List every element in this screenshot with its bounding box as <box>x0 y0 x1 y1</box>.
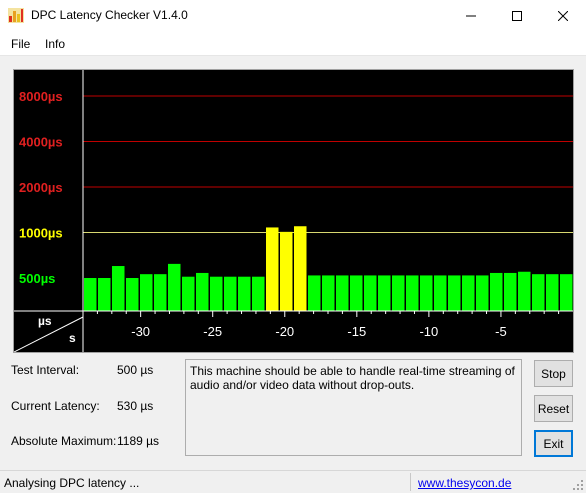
current-latency-label: Current Latency: <box>11 399 100 413</box>
y-tick-label: 500µs <box>19 271 55 286</box>
latency-bar <box>224 276 237 311</box>
maximize-button[interactable] <box>494 0 540 31</box>
x-tick-label: -20 <box>275 324 294 339</box>
client-area: 16000µs8000µs4000µs2000µs1000µs500µsµss-… <box>0 56 586 470</box>
latency-chart-svg: 16000µs8000µs4000µs2000µs1000µs500µsµss-… <box>14 70 573 352</box>
x-tick-label: -15 <box>347 324 366 339</box>
latency-bar <box>308 275 321 311</box>
latency-bar <box>182 276 195 311</box>
exit-button[interactable]: Exit <box>534 430 573 457</box>
x-tick-label: -5 <box>495 324 507 339</box>
y-tick-label: 8000µs <box>19 89 63 104</box>
latency-bar <box>112 266 125 311</box>
latency-bar <box>336 275 349 311</box>
close-icon <box>558 10 568 21</box>
window-title: DPC Latency Checker V1.4.0 <box>31 8 188 22</box>
latency-bar <box>154 274 167 311</box>
latency-bar <box>322 275 335 311</box>
latency-bar <box>518 271 531 311</box>
latency-bar <box>126 278 139 311</box>
x-unit-label: s <box>69 331 76 345</box>
menu-file[interactable]: File <box>11 37 30 51</box>
reset-button[interactable]: Reset <box>534 395 573 422</box>
latency-bar <box>448 275 461 311</box>
latency-bar <box>280 231 293 311</box>
minimize-button[interactable] <box>448 0 494 31</box>
status-message: This machine should be able to handle re… <box>185 359 522 456</box>
latency-bar <box>140 274 153 311</box>
latency-bar <box>266 227 279 311</box>
latency-bar <box>168 263 181 311</box>
latency-bar <box>294 226 307 311</box>
x-tick-label: -30 <box>131 324 150 339</box>
latency-bar <box>532 274 545 311</box>
latency-bar <box>462 275 475 311</box>
latency-bar <box>378 275 391 311</box>
latency-bar <box>504 272 517 311</box>
test-interval-label: Test Interval: <box>11 363 80 377</box>
latency-chart: 16000µs8000µs4000µs2000µs1000µs500µsµss-… <box>13 69 574 353</box>
stop-button[interactable]: Stop <box>534 360 573 387</box>
y-unit-label: µs <box>38 314 52 328</box>
latency-bar <box>490 272 503 311</box>
latency-bar <box>546 274 559 311</box>
title-bar: DPC Latency Checker V1.4.0 <box>0 0 586 31</box>
status-text: Analysing DPC latency ... <box>4 476 140 490</box>
menu-bar: File Info <box>0 31 586 56</box>
latency-bar <box>238 276 251 311</box>
latency-bar <box>476 275 489 311</box>
latency-bar <box>98 278 111 311</box>
x-tick-label: -25 <box>203 324 222 339</box>
close-button[interactable] <box>540 0 586 31</box>
latency-bar <box>364 275 377 311</box>
status-bar: Analysing DPC latency ... www.thesycon.d… <box>0 470 586 493</box>
latency-bar <box>420 275 433 311</box>
absolute-max-label: Absolute Maximum: <box>11 434 117 448</box>
latency-bar <box>196 272 209 311</box>
status-divider <box>410 473 411 491</box>
maximize-icon <box>512 10 522 21</box>
latency-bar <box>252 276 265 311</box>
minimize-icon <box>466 15 476 16</box>
latency-bar <box>434 275 447 311</box>
app-icon <box>8 8 24 23</box>
resize-grip-icon[interactable] <box>572 479 584 491</box>
menu-info[interactable]: Info <box>45 37 65 51</box>
latency-bar <box>406 275 419 311</box>
latency-bar <box>350 275 363 311</box>
y-tick-label: 1000µs <box>19 226 63 241</box>
absolute-max-value: 1189 µs <box>117 434 160 448</box>
y-tick-label: 4000µs <box>19 135 63 150</box>
website-link[interactable]: www.thesycon.de <box>418 476 511 490</box>
y-tick-label: 2000µs <box>19 180 63 195</box>
latency-bar <box>392 275 405 311</box>
latency-bar <box>560 274 573 311</box>
current-latency-value: 530 µs <box>117 399 154 413</box>
latency-bar <box>210 276 223 311</box>
latency-bar <box>84 278 97 311</box>
test-interval-value: 500 µs <box>117 363 154 377</box>
x-tick-label: -10 <box>419 324 438 339</box>
